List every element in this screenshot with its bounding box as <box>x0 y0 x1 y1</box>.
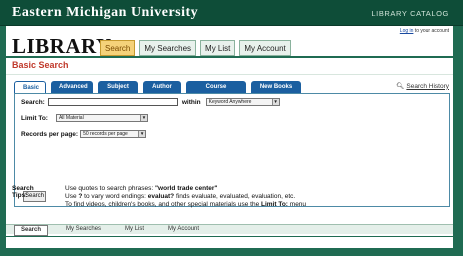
search-history-label: Search History <box>406 82 449 90</box>
tip-emphasis: "world trade center" <box>154 185 218 192</box>
tip-line-2: Use ? to vary word endings: evaluat? fin… <box>65 193 425 201</box>
limit-value: All Material <box>58 115 84 121</box>
records-label: Records per page: <box>21 130 79 138</box>
within-select[interactable]: Keyword Anywhere ▼ <box>205 98 280 106</box>
footer-tab-search[interactable]: Search <box>14 225 49 236</box>
footer-tab-my-account[interactable]: My Account <box>162 225 205 236</box>
tip-text: to vary word endings: <box>82 193 148 200</box>
main-tab-my-account[interactable]: My Account <box>239 40 291 56</box>
tab-advanced[interactable]: Advanced <box>51 81 93 93</box>
header-divider <box>6 56 453 58</box>
main-tab-my-list[interactable]: My List <box>200 40 236 56</box>
search-type-tabs: Basic Advanced Subject Author Course Res… <box>14 81 301 102</box>
records-select[interactable]: 50 records per page ▼ <box>80 130 147 138</box>
tab-course-reserve[interactable]: Course Reserve <box>186 81 246 102</box>
page-title: Basic Search <box>12 60 69 70</box>
main-nav: Search My Searches My List My Account <box>100 40 291 56</box>
tip-text: Use quotes to search phrases: <box>65 185 155 192</box>
tab-author[interactable]: Author <box>143 81 181 93</box>
records-value: 50 records per page <box>83 131 128 137</box>
search-row: Search: within Keyword Anywhere ▼ <box>21 98 280 106</box>
main-tab-my-searches[interactable]: My Searches <box>139 40 197 56</box>
main-tab-search[interactable]: Search <box>100 40 136 56</box>
history-icon: 🔍︎ <box>396 83 405 90</box>
within-value: Keyword Anywhere <box>208 99 252 105</box>
limit-row: Limit To: All Material ▼ <box>21 114 148 122</box>
footer-tab-my-list[interactable]: My List <box>119 225 150 236</box>
chevron-down-icon: ▼ <box>271 99 279 105</box>
library-catalog-label: LIBRARY CATALOG <box>371 9 449 18</box>
chevron-down-icon: ▼ <box>139 115 147 121</box>
search-label: Search: <box>21 98 45 106</box>
limit-select[interactable]: All Material ▼ <box>55 114 148 122</box>
footer-tab-my-searches[interactable]: My Searches <box>60 225 107 236</box>
records-row: Records per page: 50 records per page ▼ <box>21 130 147 138</box>
header-divider-light <box>6 74 453 75</box>
tip-text: finds evaluate, evaluated, evaluation, e… <box>174 193 296 200</box>
limit-label: Limit To: <box>21 114 48 122</box>
tips-label: Search Tips: <box>12 185 34 199</box>
footer-nav: Search My Searches My List My Account <box>6 224 453 236</box>
tab-basic[interactable]: Basic <box>14 81 46 93</box>
footer-divider <box>6 236 453 237</box>
tip-line-3: To find videos, children's books, and ot… <box>65 201 425 209</box>
tips-lines: Use quotes to search phrases: "world tra… <box>65 185 425 209</box>
login-suffix: to your account <box>413 28 449 34</box>
tab-subject[interactable]: Subject <box>98 81 138 93</box>
search-history-link[interactable]: 🔍︎ Search History <box>396 82 449 91</box>
tab-new-books[interactable]: New Books <box>251 81 301 93</box>
within-label: within <box>181 98 201 106</box>
tip-emphasis: Limit To: <box>261 201 288 208</box>
university-name: Eastern Michigan University <box>12 5 199 20</box>
tip-line-1: Use quotes to search phrases: "world tra… <box>65 185 425 193</box>
tip-text: Use <box>65 193 79 200</box>
footer-tabs: Search My Searches My List My Account <box>14 225 205 236</box>
tip-text: menu <box>287 201 307 208</box>
search-input[interactable] <box>47 98 178 106</box>
tip-emphasis: evaluat? <box>147 193 175 200</box>
page-content: LIBRARY Log in to your account Search My… <box>6 26 453 248</box>
tip-text: To find videos, children's books, and ot… <box>65 201 261 208</box>
login-link[interactable]: Log in <box>400 28 414 34</box>
chevron-down-icon: ▼ <box>138 131 146 137</box>
login-notice: Log in to your account <box>400 28 449 34</box>
top-banner: Eastern Michigan University LIBRARY CATA… <box>0 0 463 26</box>
